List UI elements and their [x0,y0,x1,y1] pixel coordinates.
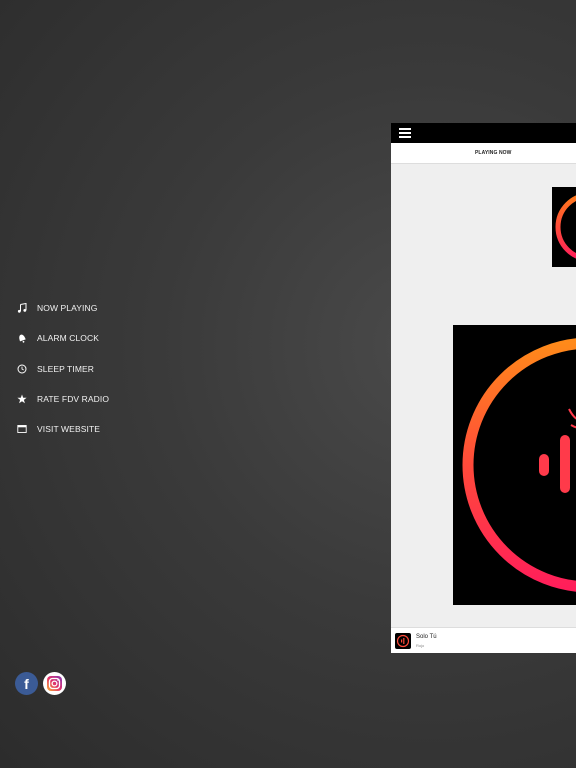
social-links: f [15,672,66,695]
music-note-icon [16,302,28,314]
menu-label-rate: RATE FDV RADIO [37,394,110,404]
bell-icon [16,332,28,344]
menu-label-now-playing: NOW PLAYING [37,303,98,313]
station-logo-thumbnail [552,187,576,267]
mini-album-art [395,633,411,649]
facebook-glyph: f [24,675,29,692]
star-icon [16,393,28,405]
album-art [453,325,576,605]
top-bar [391,123,576,143]
instagram-icon[interactable] [43,672,66,695]
tab-bar: PLAYING NOW [391,143,576,164]
now-playing-bar[interactable]: Solo Tú Rojo [391,627,576,653]
menu-label-alarm-clock: ALARM CLOCK [37,333,100,343]
browser-window-icon [16,423,28,435]
menu-item-now-playing[interactable]: NOW PLAYING [16,296,97,320]
now-playing-title: Solo Tú [416,634,437,640]
menu-item-alarm-clock[interactable]: ALARM CLOCK [16,326,99,350]
menu-label-visit-website: VISIT WEBSITE [37,424,101,434]
menu-item-rate[interactable]: RATE FDV RADIO [16,387,109,411]
app-panel: PLAYING NOW Solo Tú Rojo [391,123,576,653]
tab-playing-now[interactable]: PLAYING NOW [475,150,511,156]
facebook-icon[interactable]: f [15,672,38,695]
now-playing-artist: Rojo [416,643,425,648]
menu-item-sleep-timer[interactable]: SLEEP TIMER [16,357,94,381]
menu-label-sleep-timer: SLEEP TIMER [37,364,95,374]
clock-icon [16,363,28,375]
hamburger-menu-icon[interactable] [399,128,411,138]
menu-item-visit-website[interactable]: VISIT WEBSITE [16,417,100,441]
